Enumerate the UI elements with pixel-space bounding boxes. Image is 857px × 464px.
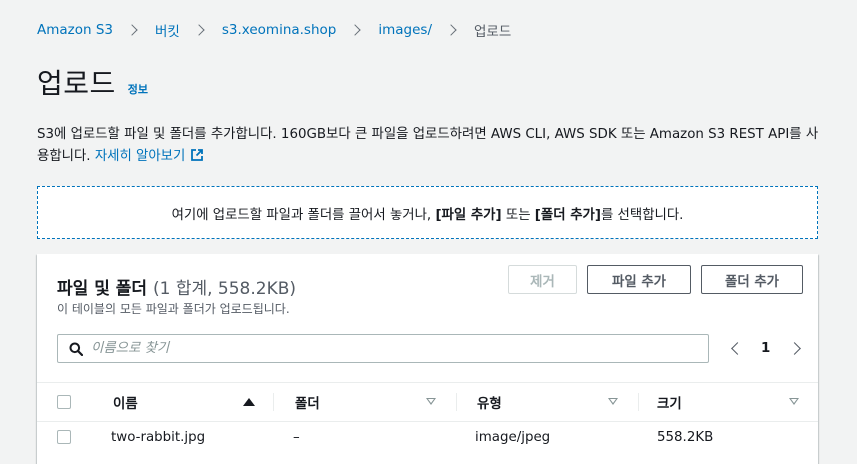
chevron-right-icon (445, 24, 457, 36)
learn-more-link[interactable]: 자세히 알아보기 (95, 149, 186, 164)
sort-icon[interactable] (426, 398, 436, 405)
breadcrumb-folder[interactable]: images/ (378, 22, 432, 38)
cell-type: image/jpeg (475, 429, 551, 445)
page-title: 업로드 (37, 67, 116, 100)
breadcrumb: Amazon S3 버킷 s3.xeomina.shop images/ 업로드 (37, 20, 511, 40)
panel-count: (1 합계, 558.2KB) (152, 279, 297, 299)
dropzone-prefix: 여기에 업로드할 파일과 폴더를 끌어서 놓거나, (171, 207, 432, 223)
cell-folder: – (293, 429, 300, 445)
column-folder[interactable]: 폴더 (295, 383, 320, 421)
breadcrumb-current: 업로드 (474, 24, 512, 40)
files-and-folders-panel: 파일 및 폴더 (1 합계, 558.2KB) 이 테이블의 모든 파일과 폴더… (37, 254, 818, 464)
info-link[interactable]: 정보 (128, 81, 148, 97)
column-name-label: 이름 (113, 397, 138, 412)
column-divider (273, 393, 274, 411)
row-checkbox[interactable] (57, 430, 71, 444)
cell-name: two-rabbit.jpg (111, 429, 206, 445)
column-divider (638, 393, 639, 411)
add-folder-button[interactable]: 폴더 추가 (701, 265, 803, 294)
sort-icon[interactable] (789, 398, 799, 405)
search-icon (69, 342, 83, 356)
dropzone-middle: 또는 (505, 207, 531, 223)
column-divider (456, 393, 457, 411)
add-files-button[interactable]: 파일 추가 (587, 265, 691, 294)
column-folder-label: 폴더 (295, 397, 320, 412)
drop-zone[interactable]: 여기에 업로드할 파일과 폴더를 끌어서 놓거나, [파일 추가] 또는 [폴더… (37, 186, 818, 239)
panel-subtitle: 이 테이블의 모든 파일과 폴더가 업로드됩니다. (57, 302, 290, 316)
sort-ascending-icon[interactable] (243, 398, 255, 406)
panel-title: 파일 및 폴더 (1 합계, 558.2KB) (57, 274, 296, 299)
breadcrumb-bucket[interactable]: s3.xeomina.shop (222, 22, 337, 38)
search-box (57, 334, 709, 363)
pagination: 1 (727, 334, 802, 363)
table-header: 이름 폴더 유형 크기 (37, 382, 818, 422)
column-size-label: 크기 (657, 397, 682, 412)
dropzone-suffix: 를 선택합니다. (600, 207, 684, 223)
chevron-right-icon (349, 24, 362, 36)
breadcrumb-buckets[interactable]: 버킷 (155, 20, 180, 40)
chevron-right-icon (126, 24, 138, 36)
breadcrumb-amazon-s3[interactable]: Amazon S3 (37, 22, 113, 38)
column-size[interactable]: 크기 (657, 383, 682, 421)
cell-size: 558.2KB (657, 429, 714, 445)
page-header: 업로드 정보 (37, 62, 148, 102)
remove-button[interactable]: 제거 (508, 265, 577, 294)
page-description: S3에 업로드할 파일 및 폴더를 추가합니다. 160GB보다 큰 파일을 업… (37, 124, 827, 168)
dropzone-add-files: [파일 추가] (435, 207, 502, 223)
panel-title-text: 파일 및 폴더 (57, 279, 148, 299)
table-row: two-rabbit.jpg – image/jpeg 558.2KB (37, 422, 818, 452)
column-name[interactable]: 이름 (113, 383, 138, 421)
search-input[interactable] (91, 341, 691, 356)
column-type[interactable]: 유형 (477, 383, 502, 421)
dropzone-add-folder: [폴더 추가] (534, 207, 601, 223)
chevron-right-icon (193, 24, 205, 36)
column-type-label: 유형 (477, 397, 502, 412)
next-page-icon[interactable] (788, 342, 802, 355)
sort-icon[interactable] (608, 398, 618, 405)
external-link-icon[interactable] (191, 147, 204, 161)
page-number[interactable]: 1 (761, 341, 770, 356)
select-all-checkbox[interactable] (57, 395, 71, 409)
previous-page-icon[interactable] (731, 342, 744, 355)
